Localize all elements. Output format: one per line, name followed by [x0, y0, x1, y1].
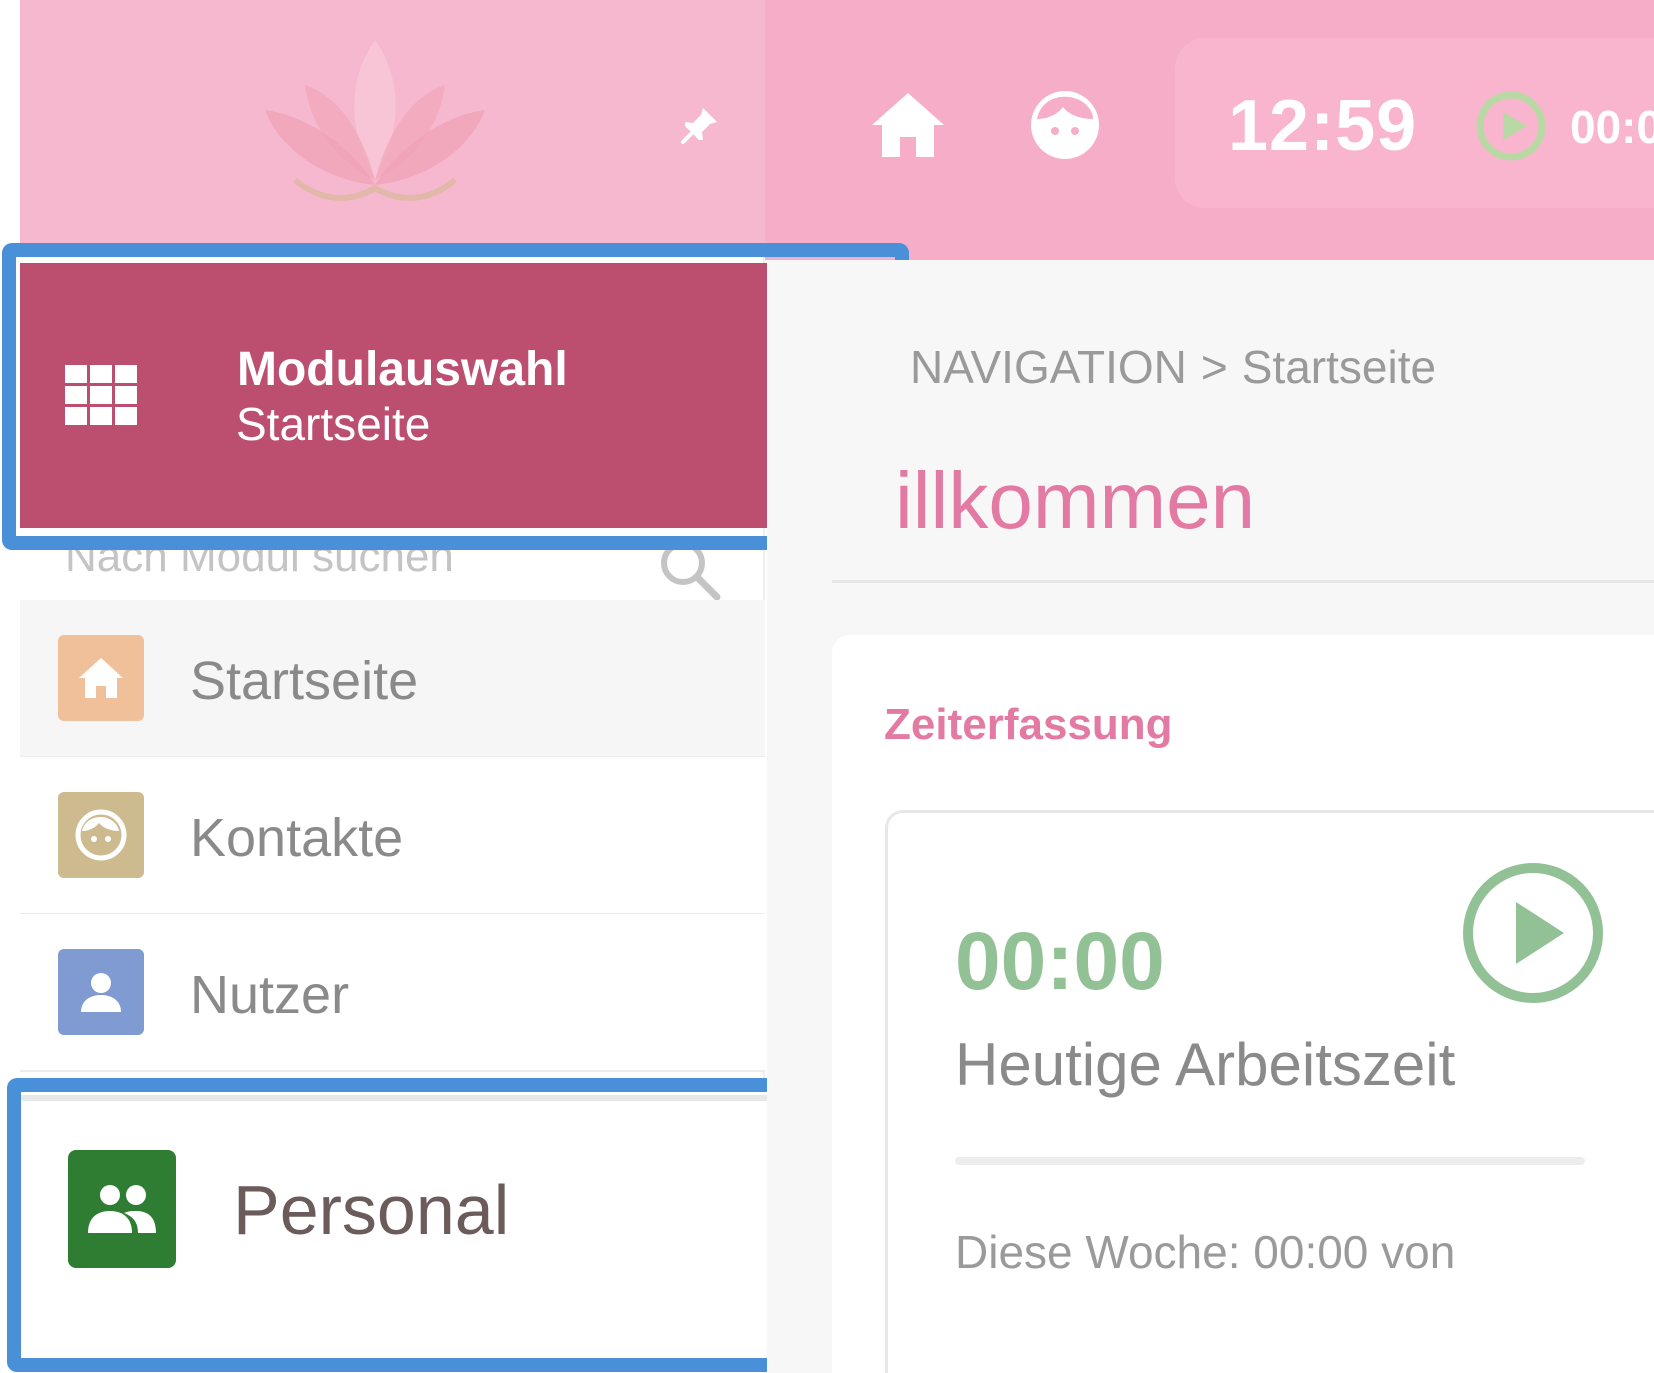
breadcrumb-current: Startseite — [1241, 341, 1437, 393]
breadcrumb-root[interactable]: NAVIGATION — [910, 341, 1187, 393]
sidebar-item-label: Nutzer — [190, 965, 350, 1025]
breadcrumb-separator: > — [1200, 341, 1228, 393]
home-icon — [58, 635, 144, 721]
timer-display: 00:0 — [1570, 101, 1654, 153]
sidebar-item-label: Startseite — [190, 651, 419, 711]
breadcrumb: NAVIGATION > Startseite — [910, 340, 1436, 394]
clock-time: 12:59 — [1228, 86, 1418, 166]
divider — [832, 580, 1654, 583]
play-icon[interactable] — [1460, 860, 1606, 1006]
user-icon — [58, 949, 144, 1035]
today-work-time-label: Heutige Arbeitszeit — [955, 1031, 1456, 1098]
contact-face-icon[interactable] — [1025, 85, 1105, 165]
play-icon[interactable] — [1475, 90, 1547, 162]
page-title: illkommen — [895, 456, 1256, 545]
home-icon[interactable] — [868, 85, 948, 165]
card-title: Zeiterfassung — [884, 700, 1173, 749]
contact-face-icon — [58, 792, 144, 878]
week-summary: Diese Woche: 00:00 von — [955, 1226, 1456, 1278]
sidebar-item-label: Kontakte — [190, 808, 404, 868]
sidebar-item-kontakte[interactable]: Kontakte — [20, 757, 765, 915]
sidebar-item-startseite[interactable]: Startseite — [20, 600, 765, 758]
sidebar-item-nutzer[interactable]: Nutzer — [20, 914, 765, 1072]
today-work-time: 00:00 — [955, 916, 1165, 1007]
divider — [955, 1157, 1585, 1165]
lotus-logo — [265, 40, 485, 201]
pin-icon[interactable] — [675, 100, 725, 150]
